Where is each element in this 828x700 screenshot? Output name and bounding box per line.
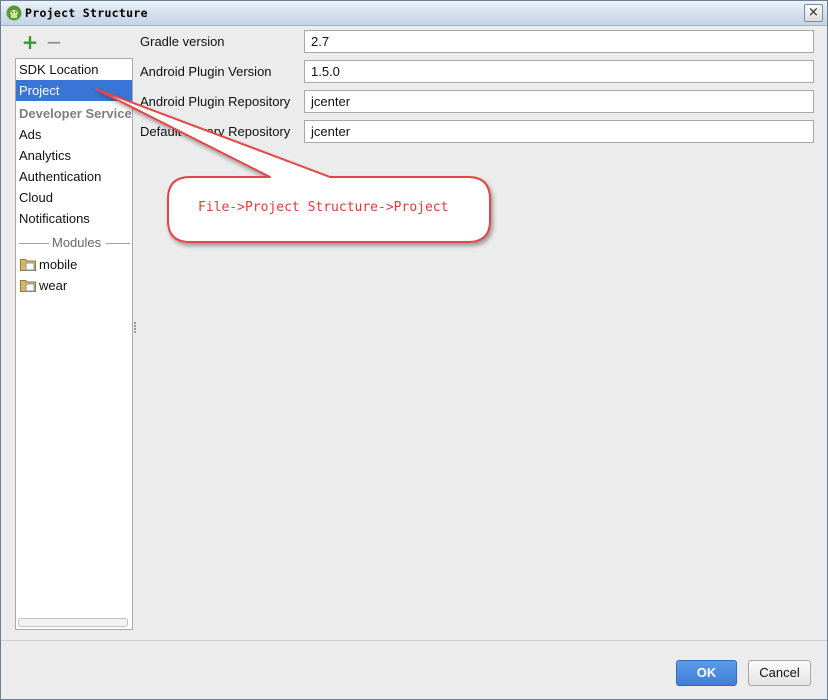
- title-bar: Project Structure ×: [1, 1, 827, 26]
- module-folder-icon: [20, 259, 36, 271]
- splitter-handle[interactable]: [133, 321, 137, 335]
- default-library-repository-label: Default Library Repository: [140, 124, 291, 139]
- gradle-version-label: Gradle version: [140, 34, 225, 49]
- project-structure-dialog: Project Structure × + − SDK Location Pro…: [0, 0, 828, 700]
- sidebar-item-cloud[interactable]: Cloud: [16, 187, 132, 208]
- developer-services-header: Developer Services: [19, 106, 132, 121]
- remove-icon[interactable]: −: [45, 32, 63, 52]
- footer-divider: [1, 640, 827, 641]
- sidebar-item-analytics[interactable]: Analytics: [16, 145, 132, 166]
- sidebar-item-notifications[interactable]: Notifications: [16, 208, 132, 229]
- cancel-button[interactable]: Cancel: [748, 660, 811, 686]
- default-library-repository-field[interactable]: jcenter: [304, 120, 814, 143]
- sidebar-item-project[interactable]: Project: [16, 80, 132, 101]
- gradle-version-field[interactable]: 2.7: [304, 30, 814, 53]
- module-label: mobile: [39, 257, 78, 272]
- modules-header: Modules: [50, 235, 104, 250]
- close-button[interactable]: ×: [804, 4, 823, 22]
- window-title: Project Structure: [25, 6, 148, 20]
- sidebar-item-sdk-location[interactable]: SDK Location: [16, 59, 132, 80]
- separator-line-right: [106, 243, 130, 244]
- android-studio-icon: [6, 5, 22, 21]
- ok-button[interactable]: OK: [676, 660, 737, 686]
- add-icon[interactable]: +: [21, 32, 39, 52]
- annotation-text: File->Project Structure->Project: [198, 200, 449, 215]
- module-item-wear[interactable]: wear: [16, 275, 132, 296]
- module-label: wear: [39, 278, 68, 293]
- android-plugin-repository-label: Android Plugin Repository: [140, 94, 291, 109]
- android-plugin-version-label: Android Plugin Version: [140, 64, 272, 79]
- sidebar-item-ads[interactable]: Ads: [16, 124, 132, 145]
- sidebar-list: SDK Location Project Developer Services …: [15, 58, 133, 630]
- module-item-mobile[interactable]: mobile: [16, 254, 132, 275]
- sidebar-item-authentication[interactable]: Authentication: [16, 166, 132, 187]
- modules-separator: Modules: [16, 233, 132, 254]
- android-plugin-version-field[interactable]: 1.5.0: [304, 60, 814, 83]
- module-folder-icon: [20, 280, 36, 292]
- sidebar-horizontal-scrollbar[interactable]: [18, 618, 128, 627]
- separator-line-left: [19, 243, 49, 244]
- android-plugin-repository-field[interactable]: jcenter: [304, 90, 814, 113]
